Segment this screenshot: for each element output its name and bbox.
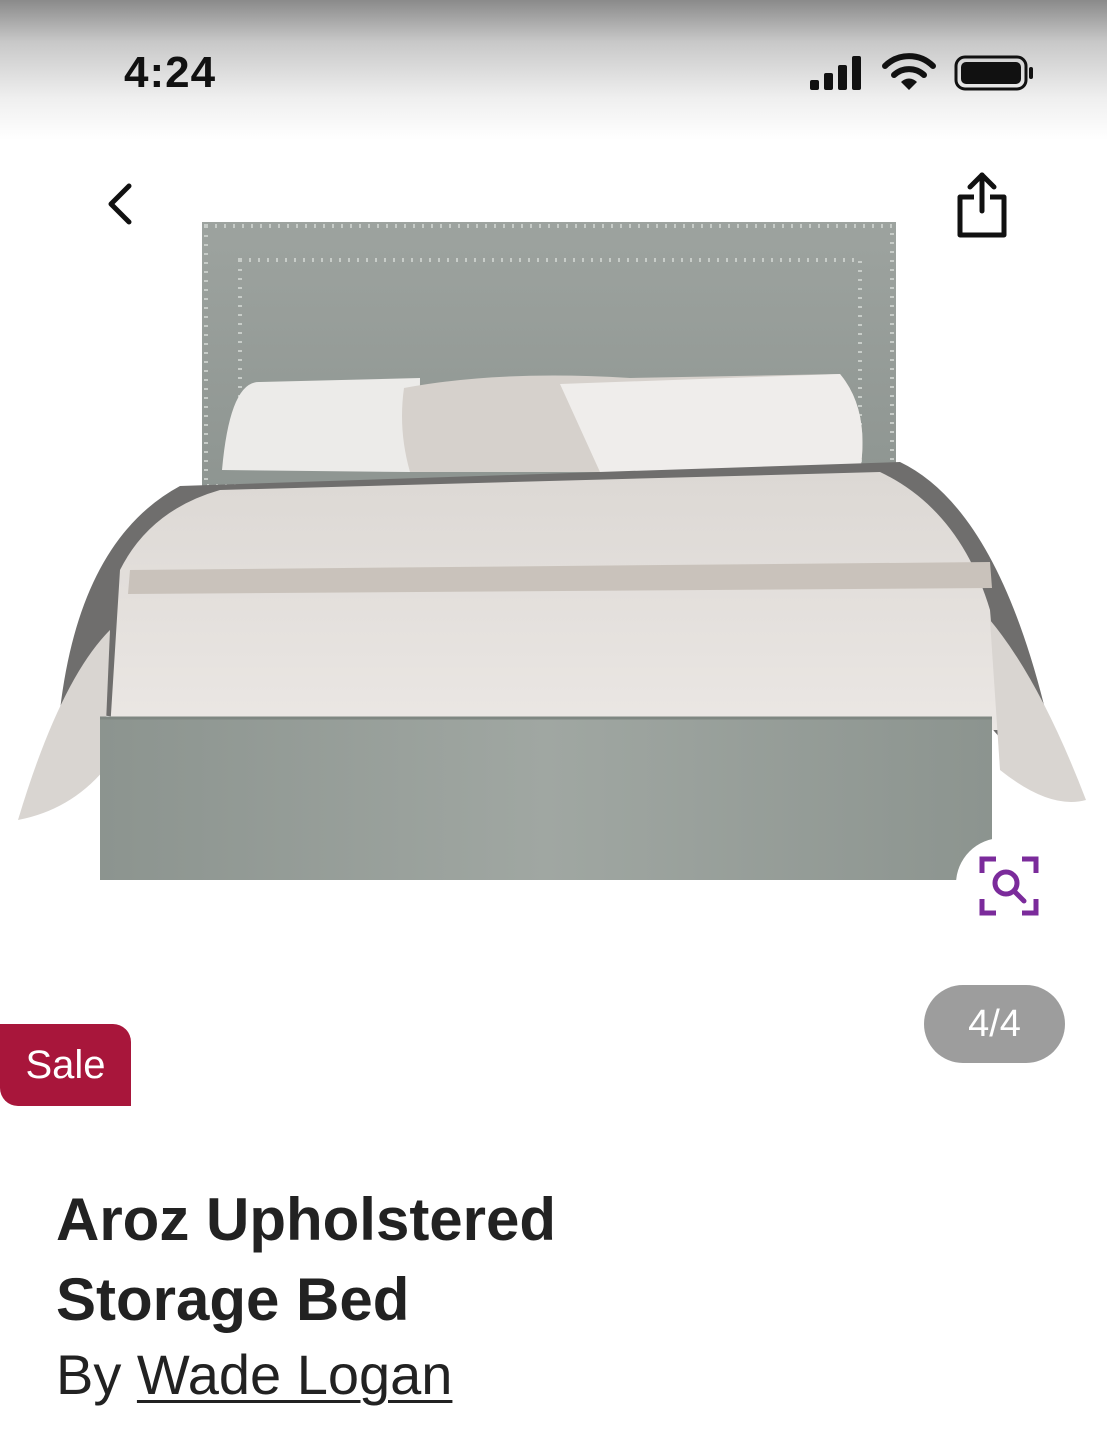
product-image[interactable] (0, 210, 1107, 900)
by-label: By (56, 1343, 122, 1406)
product-title: Aroz Upholstered Storage Bed (56, 1180, 1056, 1340)
visual-search-icon (979, 856, 1039, 916)
image-counter: 4/4 (924, 985, 1065, 1063)
wifi-icon (882, 53, 936, 90)
product-title-line2: Storage Bed (56, 1266, 410, 1333)
brand-line: By Wade Logan (56, 1342, 452, 1408)
status-time: 4:24 (124, 48, 217, 97)
sale-badge: Sale (0, 1024, 131, 1106)
product-title-line1: Aroz Upholstered (56, 1186, 557, 1253)
visual-search-button[interactable] (956, 838, 1062, 934)
battery-icon (954, 55, 1033, 91)
cellular-signal-icon (810, 56, 861, 90)
brand-link[interactable]: Wade Logan (137, 1343, 453, 1406)
status-bar: 4:24 (0, 0, 1107, 140)
